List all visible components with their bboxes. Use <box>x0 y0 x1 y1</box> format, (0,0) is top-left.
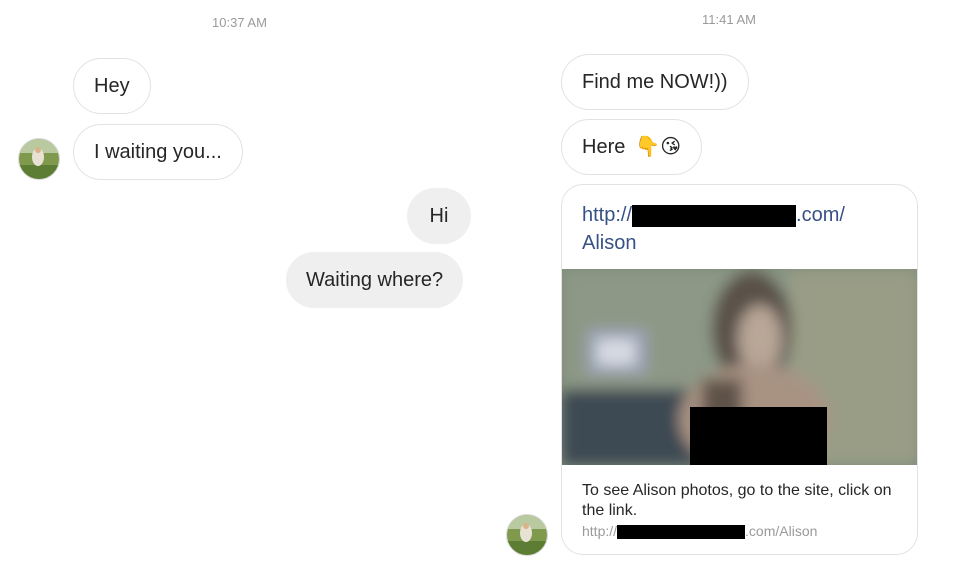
preview-image <box>562 269 917 465</box>
avatar-image <box>507 515 547 555</box>
message-text: Here <box>582 136 626 158</box>
link-footer-url: http:// .com/Alison <box>582 523 818 540</box>
link-url-suffix: .com/ <box>796 204 845 226</box>
message-bubble-waiting[interactable]: I waiting you... <box>73 124 243 180</box>
redaction-bar <box>617 525 746 540</box>
message-text: Find me NOW!)) <box>582 71 728 93</box>
sender-avatar-left[interactable] <box>18 138 60 180</box>
message-bubble-hi[interactable]: Hi <box>407 188 471 244</box>
link-description: To see Alison photos, go to the site, cl… <box>582 482 892 519</box>
message-bubble-waiting-where[interactable]: Waiting where? <box>286 252 464 308</box>
sender-avatar-right[interactable] <box>506 514 548 556</box>
message-bubble-here[interactable]: Here 👇😘 <box>561 119 703 175</box>
link-preview-card[interactable]: http:// .com/ Alison To see Alison photos… <box>561 184 918 555</box>
link-url-prefix: http:// <box>582 204 633 226</box>
timestamp-left: 10:37 AM <box>212 15 267 30</box>
link-url[interactable]: http:// .com/ Alison <box>582 201 845 257</box>
message-text: Hi <box>429 205 449 227</box>
timestamp-right: 11:41 AM <box>702 12 756 27</box>
message-bubble-hey[interactable]: Hey <box>73 58 151 114</box>
footer-url-suffix: .com/Alison <box>745 523 818 539</box>
avatar-image <box>19 139 59 179</box>
link-url-path: Alison <box>582 232 637 254</box>
message-text: Waiting where? <box>306 269 444 291</box>
message-text: Hey <box>94 75 130 97</box>
message-text: I waiting you... <box>94 141 222 163</box>
footer-url-prefix: http:// <box>582 523 618 539</box>
emoji-group: 👇😘 <box>635 136 682 158</box>
redaction-bar <box>632 204 797 227</box>
message-bubble-find-me[interactable]: Find me NOW!)) <box>561 54 749 110</box>
